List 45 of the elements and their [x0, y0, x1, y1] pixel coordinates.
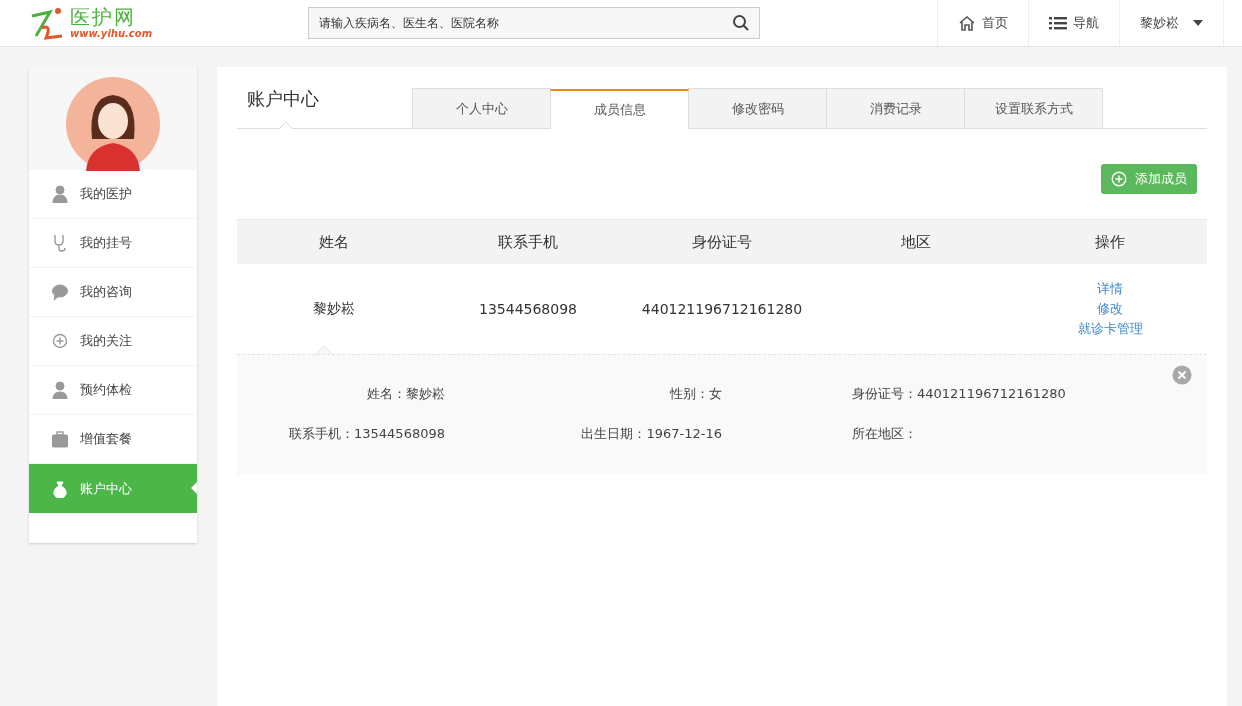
- table-cell: 440121196712161280: [641, 301, 803, 317]
- pointer-icon: [191, 482, 197, 494]
- column-header: 姓名: [319, 232, 349, 252]
- action-link[interactable]: 修改: [1097, 299, 1123, 319]
- tab[interactable]: 修改密码: [688, 88, 827, 128]
- plus-circle-icon: [52, 332, 68, 350]
- detail-field: 联系手机：13544568098: [289, 425, 445, 443]
- column-header: 联系手机: [498, 232, 558, 252]
- logo-url[interactable]: www.yihu.com: [70, 29, 153, 39]
- list-icon: [1049, 16, 1067, 30]
- home-icon: [958, 15, 976, 31]
- detail-field: 性别：女: [670, 385, 722, 403]
- detail-field: 姓名：黎妙崧: [367, 385, 445, 403]
- nav-link[interactable]: 黎妙崧: [1119, 0, 1224, 46]
- plus-circle-icon: [1111, 171, 1127, 187]
- sidebar-item[interactable]: 我的医护: [29, 170, 197, 219]
- sidebar-item[interactable]: 我的咨询: [29, 268, 197, 317]
- table-cell: 13544568098: [479, 301, 577, 317]
- detail-field: 出生日期：1967-12-16: [581, 425, 722, 443]
- chat-bubble-icon: [52, 283, 68, 301]
- tab[interactable]: 成员信息: [550, 89, 689, 129]
- stethoscope-icon: [52, 234, 68, 252]
- search-icon[interactable]: [732, 14, 750, 32]
- column-header: 地区: [901, 232, 931, 252]
- nav-link[interactable]: 首页: [937, 0, 1028, 46]
- caret-icon: [1193, 20, 1203, 26]
- detail-field: 身份证号：440121196712161280: [722, 385, 1207, 403]
- tab[interactable]: 消费记录: [826, 88, 965, 128]
- person-icon: [52, 381, 68, 399]
- nav-link[interactable]: 导航: [1028, 0, 1119, 46]
- sidebar-item[interactable]: 我的关注: [29, 317, 197, 366]
- action-link[interactable]: 就诊卡管理: [1077, 319, 1143, 339]
- page-title: 账户中心: [246, 87, 320, 111]
- table-cell: 黎妙崧: [313, 300, 355, 318]
- search-field[interactable]: 请输入疾病名、医生名、医院名称: [308, 7, 760, 39]
- avatar-icon: [66, 77, 160, 171]
- detail-field: 所在地区：: [722, 425, 1207, 443]
- column-header: 身份证号: [692, 232, 752, 252]
- money-bag-icon: [52, 479, 68, 498]
- sidebar-item[interactable]: 我的挂号: [29, 219, 197, 268]
- sidebar-item[interactable]: 预约体检: [29, 366, 197, 415]
- column-header: 操作: [1095, 232, 1125, 252]
- action-link[interactable]: 详情: [1097, 279, 1123, 299]
- tab[interactable]: 个人中心: [412, 88, 551, 128]
- tab[interactable]: 设置联系方式: [964, 88, 1103, 128]
